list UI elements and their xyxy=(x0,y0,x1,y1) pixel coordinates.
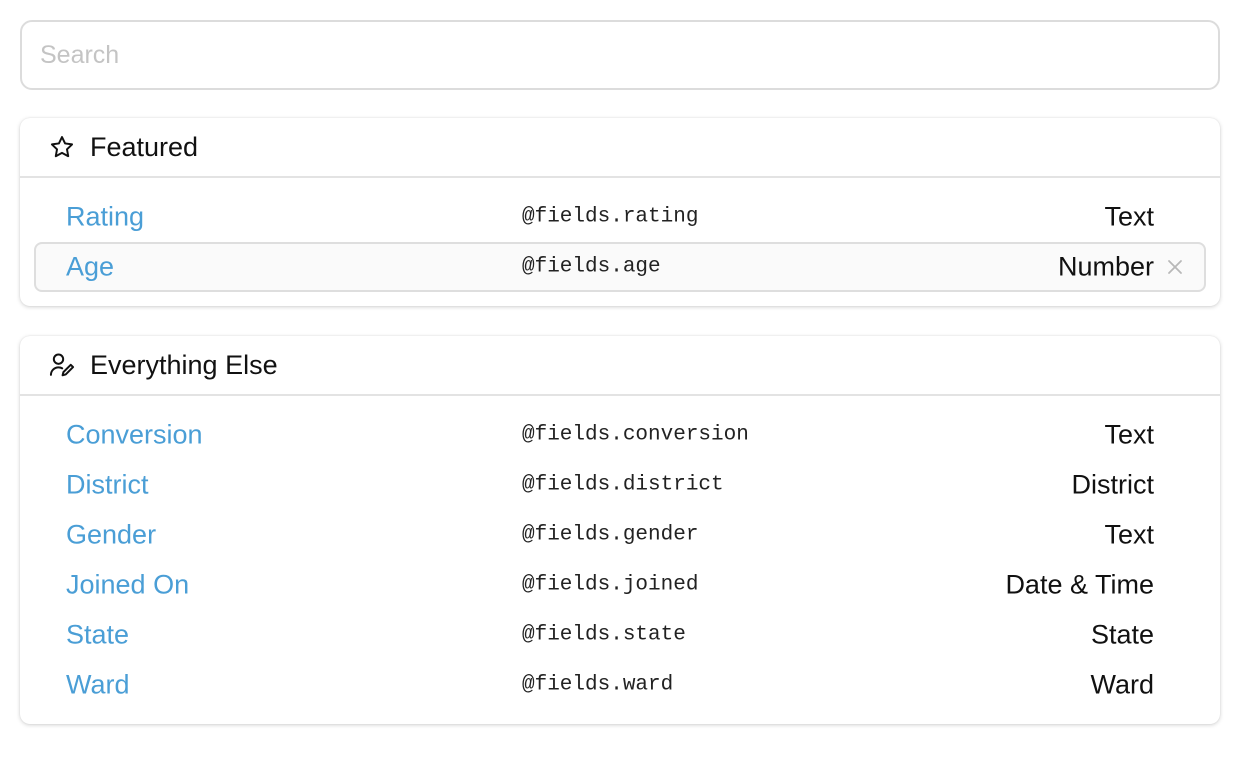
close-icon xyxy=(1168,260,1182,274)
field-label[interactable]: Conversion xyxy=(66,420,203,451)
remove-featured-button[interactable] xyxy=(1164,256,1186,278)
field-label[interactable]: Rating xyxy=(66,202,144,233)
field-label[interactable]: Age xyxy=(66,252,114,283)
field-label[interactable]: Gender xyxy=(66,520,156,551)
user-edit-icon xyxy=(48,351,76,379)
field-row-age[interactable]: Age @fields.age Number xyxy=(34,242,1206,292)
field-label[interactable]: District xyxy=(66,470,149,501)
field-type: Text xyxy=(1104,201,1154,232)
field-type: Text xyxy=(1104,419,1154,450)
field-row-district[interactable]: District @fields.district District xyxy=(34,460,1206,510)
field-label[interactable]: Ward xyxy=(66,670,130,701)
field-row-conversion[interactable]: Conversion @fields.conversion Text xyxy=(34,410,1206,460)
field-row-rating[interactable]: Rating @fields.rating Text xyxy=(34,192,1206,242)
field-row-gender[interactable]: Gender @fields.gender Text xyxy=(34,510,1206,560)
everything-else-section: Everything Else Conversion @fields.conve… xyxy=(20,336,1220,724)
other-field-list: Conversion @fields.conversion Text Distr… xyxy=(20,396,1220,724)
everything-else-section-header: Everything Else xyxy=(20,336,1220,396)
field-type: Date & Time xyxy=(1005,569,1154,600)
field-label[interactable]: State xyxy=(66,620,129,651)
field-key: @fields.age xyxy=(522,255,661,279)
search-box xyxy=(20,20,1220,90)
search-input[interactable] xyxy=(22,22,1218,88)
featured-field-list: Rating @fields.rating Text Age @fields.a… xyxy=(20,178,1220,306)
field-type: Ward xyxy=(1090,669,1154,700)
section-title: Everything Else xyxy=(90,349,278,380)
field-key: @fields.joined xyxy=(522,573,699,597)
field-row-ward[interactable]: Ward @fields.ward Ward xyxy=(34,660,1206,710)
field-type: Text xyxy=(1104,519,1154,550)
featured-section-header: Featured xyxy=(20,118,1220,178)
field-type: Number xyxy=(1057,251,1154,282)
field-row-joined-on[interactable]: Joined On @fields.joined Date & Time xyxy=(34,560,1206,610)
field-key: @fields.district xyxy=(522,473,724,497)
field-type: State xyxy=(1090,619,1154,650)
field-label[interactable]: Joined On xyxy=(66,570,189,601)
field-key: @fields.rating xyxy=(522,205,699,229)
star-icon xyxy=(48,133,76,161)
field-key: @fields.ward xyxy=(522,673,674,697)
field-key: @fields.state xyxy=(522,623,686,647)
section-title: Featured xyxy=(90,131,199,162)
featured-section: Featured Rating @fields.rating Text Age … xyxy=(20,118,1220,306)
field-key: @fields.gender xyxy=(522,523,699,547)
field-list-page: Featured Rating @fields.rating Text Age … xyxy=(0,0,1240,774)
field-row-state[interactable]: State @fields.state State xyxy=(34,610,1206,660)
field-key: @fields.conversion xyxy=(522,423,749,447)
field-type: District xyxy=(1071,469,1155,500)
